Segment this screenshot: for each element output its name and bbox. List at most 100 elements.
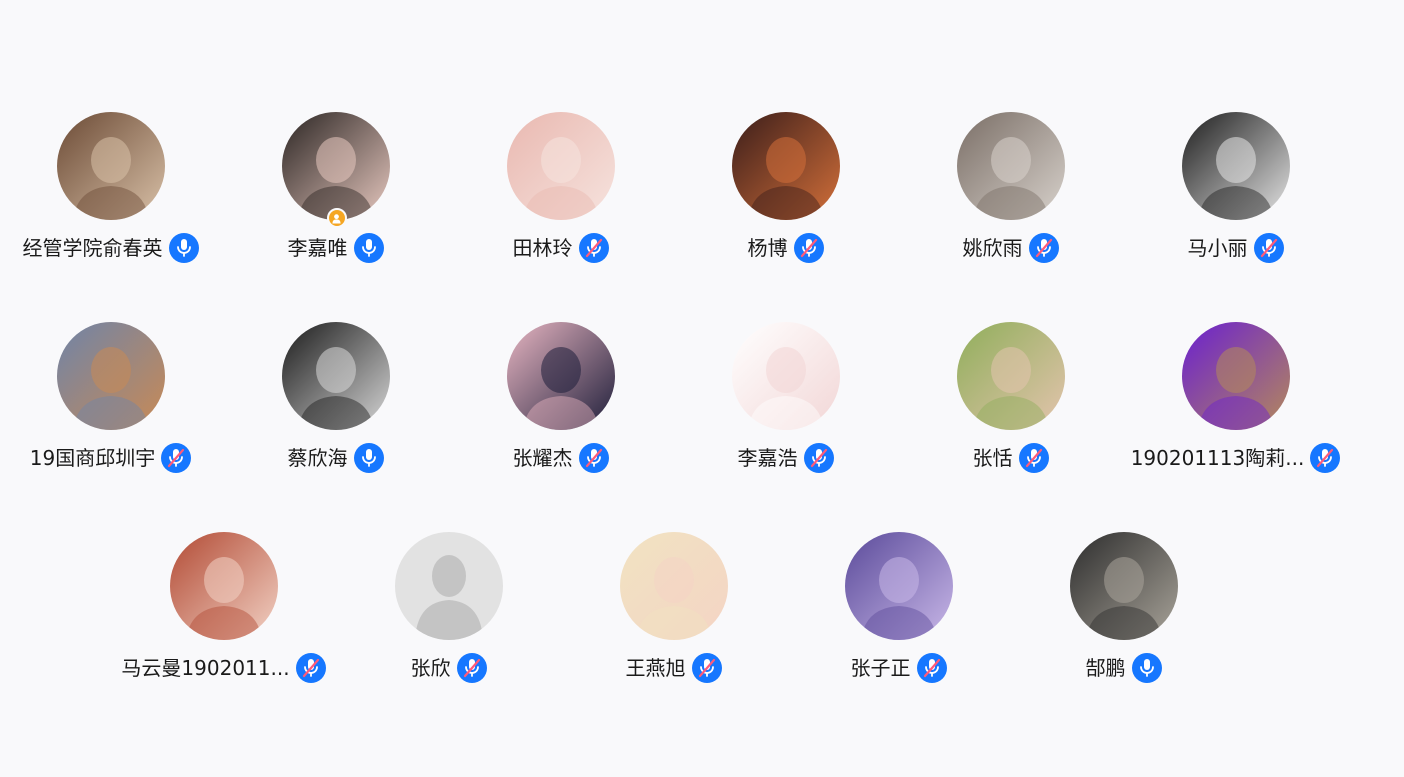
participant-avatar-button[interactable] [56, 112, 165, 220]
anime-girl-hearts-avatar [169, 532, 278, 640]
doodle-hearts-avatar [731, 322, 840, 430]
participant-avatar-button[interactable] [844, 532, 953, 640]
participant-tile[interactable]: 李嘉唯 [223, 112, 448, 272]
participant-avatar-button[interactable] [169, 532, 278, 640]
participant-name: 马小丽 [1187, 236, 1248, 260]
participant-name-row: 马云曼1902011... [111, 652, 336, 684]
participant-avatar-button[interactable] [956, 112, 1065, 220]
participant-name-row: 姚欣雨 [898, 232, 1123, 264]
participant-avatar-button[interactable] [731, 322, 840, 430]
mic-muted-icon[interactable] [1018, 443, 1049, 473]
participant-tile[interactable]: 田林玲 [448, 112, 673, 272]
suit-flowers-avatar [1069, 532, 1178, 640]
mic-on-icon[interactable] [1131, 653, 1162, 683]
participant-name-row: 李嘉唯 [223, 232, 448, 264]
anime-boy-night-avatar [844, 532, 953, 640]
participant-name: 蔡欣海 [287, 446, 348, 470]
black-cat-cartoon-avatar [506, 322, 615, 430]
participant-avatar-button[interactable] [394, 532, 503, 640]
participant-name: 张耀杰 [512, 446, 573, 470]
participant-name: 王燕旭 [625, 656, 686, 680]
participant-name-row: 张恬 [898, 442, 1123, 474]
participant-name-row: 王燕旭 [561, 652, 786, 684]
participant-name-row: 杨博 [673, 232, 898, 264]
participant-avatar-button[interactable] [1181, 112, 1290, 220]
participant-name-row: 张子正 [786, 652, 1011, 684]
participant-name-row: 李嘉浩 [673, 442, 898, 474]
participant-avatar-button[interactable] [281, 322, 390, 430]
participant-name-row: 田林玲 [448, 232, 673, 264]
participant-grid: 经管学院俞春英 李嘉唯 田林玲 杨博 姚欣雨 马小丽 19国商邱圳宇 蔡欣海 张耀杰 李嘉浩 张恬 1… [0, 0, 1404, 777]
man-bw-photo-avatar [281, 322, 390, 430]
mic-muted-icon[interactable] [456, 653, 487, 683]
participant-avatar-button[interactable] [1181, 322, 1290, 430]
participant-name-row: 190201113陶莉... [1123, 442, 1348, 474]
mic-muted-icon[interactable] [793, 233, 824, 263]
participant-name-row: 张耀杰 [448, 442, 673, 474]
participant-tile[interactable]: 张恬 [898, 322, 1123, 482]
participant-name: 马云曼1902011... [121, 656, 290, 680]
cartoon-man-mask-avatar [56, 322, 165, 430]
participant-tile[interactable]: 郜鹏 [1011, 532, 1236, 692]
anime-boy-purple-avatar [1181, 322, 1290, 430]
participant-name: 李嘉浩 [737, 446, 798, 470]
cat-photo-avatar [56, 112, 165, 220]
participant-tile[interactable]: 蔡欣海 [223, 322, 448, 482]
participant-tile[interactable]: 190201113陶莉... [1123, 322, 1348, 482]
participant-tile[interactable]: 19国商邱圳宇 [0, 322, 223, 482]
participant-tile[interactable]: 李嘉浩 [673, 322, 898, 482]
mic-muted-icon[interactable] [578, 233, 609, 263]
participant-name-row: 马小丽 [1123, 232, 1348, 264]
participant-avatar-button[interactable] [506, 322, 615, 430]
participant-name: 张恬 [972, 446, 1013, 470]
participant-name-row: 蔡欣海 [223, 442, 448, 474]
mic-muted-icon[interactable] [1028, 233, 1059, 263]
participant-tile[interactable]: 张欣 [336, 532, 561, 692]
default-person-avatar [394, 532, 503, 640]
participant-tile[interactable]: 张耀杰 [448, 322, 673, 482]
participant-tile[interactable]: 姚欣雨 [898, 112, 1123, 272]
participant-name: 张欣 [410, 656, 451, 680]
participant-avatar-button[interactable] [731, 112, 840, 220]
girl-selfie-avatar [281, 112, 390, 220]
mic-muted-icon[interactable] [803, 443, 834, 473]
participant-tile[interactable]: 杨博 [673, 112, 898, 272]
mic-muted-icon[interactable] [1253, 233, 1284, 263]
participant-name: 李嘉唯 [287, 236, 348, 260]
toddler-photo-avatar [956, 322, 1065, 430]
participant-avatar-button[interactable] [56, 322, 165, 430]
participant-avatar-button[interactable] [506, 112, 615, 220]
participant-avatar-button[interactable] [281, 112, 390, 228]
mic-on-icon[interactable] [168, 233, 199, 263]
mic-muted-icon[interactable] [916, 653, 947, 683]
participant-name-row: 张欣 [336, 652, 561, 684]
baby-face-avatar [506, 112, 615, 220]
participant-avatar-button[interactable] [956, 322, 1065, 430]
mic-muted-icon[interactable] [161, 443, 192, 473]
sunset-silhouette-avatar [731, 112, 840, 220]
mic-muted-icon[interactable] [1310, 443, 1341, 473]
participant-tile[interactable]: 经管学院俞春英 [0, 112, 223, 272]
participant-name: 19国商邱圳宇 [29, 446, 156, 470]
participant-avatar-button[interactable] [619, 532, 728, 640]
participant-tile[interactable]: 王燕旭 [561, 532, 786, 692]
participant-tile[interactable]: 马小丽 [1123, 112, 1348, 272]
participant-tile[interactable]: 张子正 [786, 532, 1011, 692]
participant-name-row: 郜鹏 [1011, 652, 1236, 684]
participant-name: 190201113陶莉... [1130, 446, 1305, 470]
mic-muted-icon[interactable] [578, 443, 609, 473]
participant-name: 杨博 [747, 236, 788, 260]
host-badge-icon [326, 208, 347, 228]
mic-muted-icon[interactable] [691, 653, 722, 683]
participant-avatar-button[interactable] [1069, 532, 1178, 640]
participant-tile[interactable]: 马云曼1902011... [111, 532, 336, 692]
participant-name-row: 经管学院俞春英 [0, 232, 223, 264]
mic-on-icon[interactable] [353, 443, 384, 473]
mirror-selfie-avatar [956, 112, 1065, 220]
participant-name: 田林玲 [512, 236, 573, 260]
mic-on-icon[interactable] [353, 233, 384, 263]
child-bear-hat-avatar [619, 532, 728, 640]
mic-muted-icon[interactable] [295, 653, 326, 683]
participant-name: 经管学院俞春英 [22, 236, 163, 260]
participant-name: 郜鹏 [1085, 656, 1126, 680]
